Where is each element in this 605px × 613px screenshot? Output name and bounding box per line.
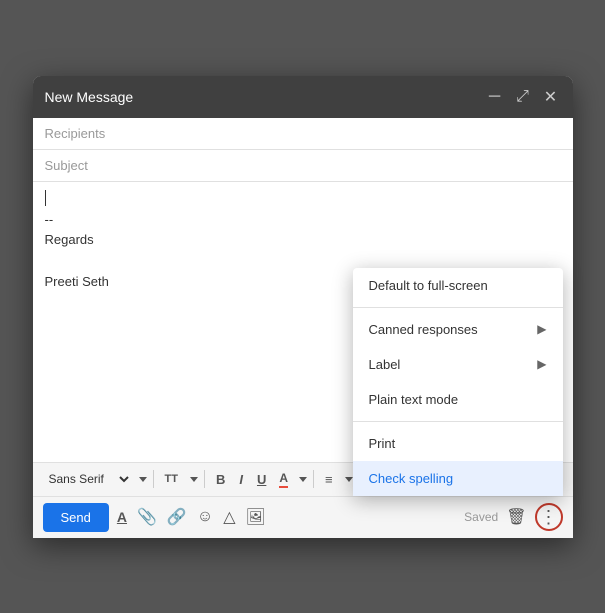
menu-divider-1 bbox=[353, 307, 563, 308]
menu-item-fullscreen-label: Default to full-screen bbox=[369, 278, 488, 293]
canned-arrow: ▶ bbox=[537, 322, 546, 336]
send-button[interactable]: Send bbox=[43, 503, 109, 532]
subject-input[interactable] bbox=[45, 158, 561, 173]
bottom-right: Saved 🗑 ⋮ bbox=[464, 503, 562, 531]
signature-separator: -- bbox=[45, 210, 561, 231]
font-color-bar bbox=[279, 486, 288, 488]
recipients-field bbox=[33, 118, 573, 150]
menu-item-spellcheck-label: Check spelling bbox=[369, 471, 454, 486]
bottom-icons: A 📎 🔗 ☺ △ 🖼 bbox=[117, 507, 456, 527]
saved-status: Saved bbox=[464, 510, 498, 524]
cursor-line bbox=[45, 190, 561, 206]
toolbar-separator-1 bbox=[153, 470, 154, 488]
font-color-label: A bbox=[279, 471, 288, 485]
toolbar-separator-2 bbox=[204, 470, 205, 488]
bottom-bar: Send A 📎 🔗 ☺ △ 🖼 Saved 🗑 ⋮ bbox=[33, 496, 573, 538]
align-chevron bbox=[345, 477, 353, 482]
dropdown-menu: Default to full-screen Canned responses … bbox=[353, 268, 563, 496]
text-cursor bbox=[45, 190, 46, 206]
header-actions: ─ ⤢ ✕ bbox=[485, 87, 561, 107]
signature-regards: Regards bbox=[45, 230, 561, 251]
underline-button[interactable]: U bbox=[252, 469, 271, 490]
format-icon[interactable]: A bbox=[117, 509, 127, 525]
font-size-button[interactable]: TT bbox=[160, 470, 183, 488]
font-family-select[interactable]: Sans Serif Serif Monospace bbox=[41, 469, 132, 489]
menu-item-canned-label: Canned responses bbox=[369, 322, 478, 337]
menu-item-print[interactable]: Print bbox=[353, 426, 563, 461]
compose-title: New Message bbox=[45, 89, 134, 105]
menu-divider-2 bbox=[353, 421, 563, 422]
trash-icon[interactable]: 🗑 bbox=[506, 507, 526, 527]
menu-item-spellcheck[interactable]: Check spelling bbox=[353, 461, 563, 496]
minimize-icon[interactable]: ─ bbox=[485, 88, 505, 106]
menu-item-plaintext[interactable]: Plain text mode bbox=[353, 382, 563, 417]
link-icon[interactable]: 🔗 bbox=[167, 507, 187, 527]
align-button[interactable]: ≡ bbox=[320, 469, 338, 490]
label-arrow: ▶ bbox=[537, 357, 546, 371]
more-options-button[interactable]: ⋮ bbox=[535, 503, 563, 531]
close-icon[interactable]: ✕ bbox=[541, 87, 561, 107]
menu-item-plaintext-label: Plain text mode bbox=[369, 392, 459, 407]
font-family-chevron bbox=[139, 477, 147, 482]
font-color-button[interactable]: A bbox=[275, 469, 292, 490]
compose-window: New Message ─ ⤢ ✕ -- Regards Preeti Seth… bbox=[33, 76, 573, 538]
toolbar-separator-3 bbox=[313, 470, 314, 488]
expand-icon[interactable]: ⤢ bbox=[513, 88, 533, 106]
bold-button[interactable]: B bbox=[211, 469, 230, 490]
menu-item-label[interactable]: Label ▶ bbox=[353, 347, 563, 382]
menu-item-fullscreen[interactable]: Default to full-screen bbox=[353, 268, 563, 303]
menu-item-label-label: Label bbox=[369, 357, 401, 372]
emoji-icon[interactable]: ☺ bbox=[197, 508, 213, 526]
subject-field bbox=[33, 150, 573, 182]
menu-item-canned[interactable]: Canned responses ▶ bbox=[353, 312, 563, 347]
italic-button[interactable]: I bbox=[234, 469, 248, 490]
recipients-input[interactable] bbox=[45, 126, 561, 141]
font-size-chevron bbox=[190, 477, 198, 482]
compose-header: New Message ─ ⤢ ✕ bbox=[33, 76, 573, 118]
photo-icon[interactable]: 🖼 bbox=[246, 507, 266, 527]
menu-item-print-label: Print bbox=[369, 436, 396, 451]
font-color-chevron bbox=[299, 477, 307, 482]
attach-icon[interactable]: 📎 bbox=[137, 507, 157, 527]
drive-icon[interactable]: △ bbox=[223, 507, 235, 527]
